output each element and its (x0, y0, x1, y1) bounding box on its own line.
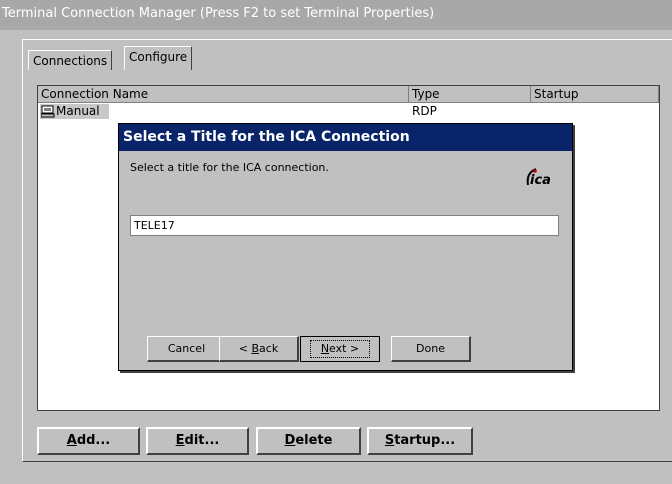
add-label: dd... (76, 433, 111, 448)
back-prefix: < (238, 342, 252, 355)
startup-label: tartup... (394, 433, 456, 448)
next-button[interactable]: Next > (300, 336, 380, 362)
next-focus: Next > (309, 340, 371, 358)
delete-label: elete (295, 433, 333, 448)
add-button[interactable]: Add... (37, 427, 140, 455)
dialog-prompt: Select a title for the ICA connection. (130, 161, 329, 174)
connection-name: Manual (56, 104, 100, 118)
ica-logo-icon: ica (526, 168, 551, 188)
column-header-startup[interactable]: Startup (531, 86, 659, 103)
column-header-type[interactable]: Type (409, 86, 531, 103)
computer-icon (41, 105, 55, 118)
add-mnemonic: A (66, 433, 77, 448)
startup-button[interactable]: Startup... (367, 427, 473, 455)
table-row[interactable]: Manual (40, 104, 109, 119)
back-mnemonic: B (251, 342, 260, 355)
connection-type: RDP (412, 104, 437, 118)
next-mnemonic: N (320, 342, 330, 355)
ica-logo-text: ica (530, 173, 551, 188)
done-button[interactable]: Done (391, 336, 471, 362)
edit-button[interactable]: Edit... (146, 427, 249, 455)
dialog-title: Select a Title for the ICA Connection (119, 124, 572, 151)
window-title: Terminal Connection Manager (Press F2 to… (0, 0, 672, 30)
column-header-name[interactable]: Connection Name (38, 86, 409, 103)
delete-mnemonic: D (284, 433, 296, 448)
connection-title-input[interactable]: TELE17 (130, 215, 559, 236)
cancel-button[interactable]: Cancel (147, 336, 227, 362)
back-label: ack (259, 342, 279, 355)
tab-configure[interactable]: Configure (124, 46, 193, 70)
startup-mnemonic: S (384, 433, 395, 448)
edit-label: dit... (184, 433, 220, 448)
edit-mnemonic: E (175, 433, 185, 448)
delete-button[interactable]: Delete (256, 427, 361, 455)
next-label: ext > (329, 342, 360, 355)
back-button[interactable]: < Back (219, 336, 299, 362)
ica-title-dialog: Select a Title for the ICA Connection Se… (118, 123, 573, 371)
